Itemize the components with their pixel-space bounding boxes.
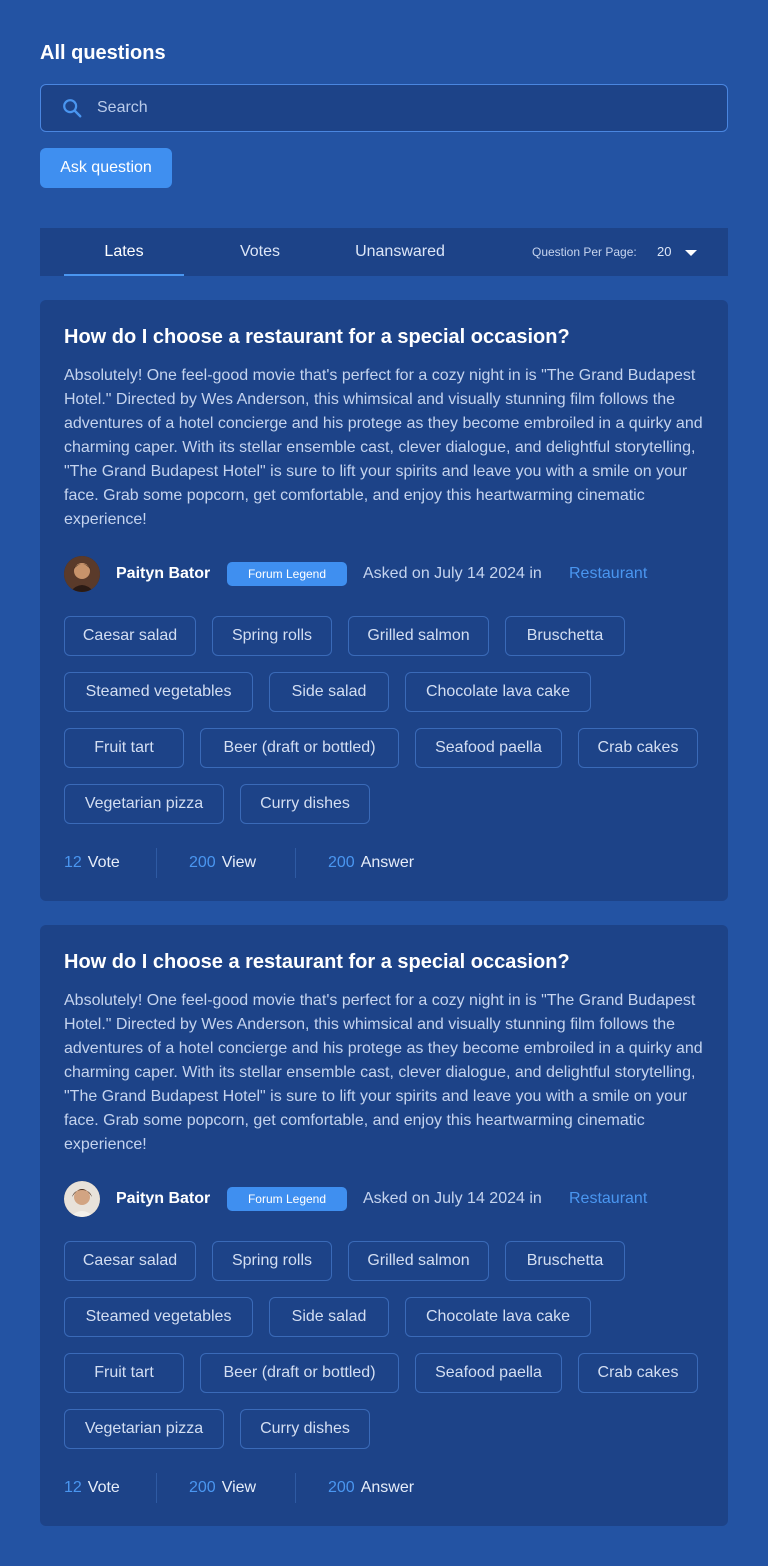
divider — [156, 1473, 157, 1503]
vote-number: 12 — [64, 1479, 82, 1496]
search-icon — [63, 99, 82, 118]
view-count: 200 View — [189, 1479, 256, 1497]
question-title[interactable]: How do I choose a restaurant for a speci… — [64, 951, 570, 974]
author-name[interactable]: Paityn Bator — [116, 565, 210, 583]
user-avatar-image — [64, 1181, 100, 1217]
question-body: Absolutely! One feel-good movie that's p… — [64, 367, 703, 528]
tag[interactable]: Vegetarian pizza — [64, 1409, 224, 1449]
tag[interactable]: Beer (draft or bottled) — [200, 1353, 399, 1393]
tag[interactable]: Grilled salmon — [348, 616, 489, 656]
avatar[interactable] — [64, 556, 100, 592]
tag[interactable]: Steamed vegetables — [64, 672, 253, 712]
view-label: View — [221, 1479, 257, 1496]
answer-label: Answer — [360, 854, 415, 871]
tag[interactable]: Fruit tart — [64, 1353, 184, 1393]
divider — [295, 848, 296, 878]
tag[interactable]: Crab cakes — [578, 1353, 698, 1393]
question-card: How do I choose a restaurant for a speci… — [40, 925, 728, 1526]
question-meta: Paityn Bator Forum Legend Asked on July … — [64, 1181, 704, 1217]
tag[interactable]: Spring rolls — [212, 616, 332, 656]
tag[interactable]: Spring rolls — [212, 1241, 332, 1281]
tab-latest[interactable]: Lates — [64, 228, 184, 276]
tag[interactable]: Grilled salmon — [348, 1241, 489, 1281]
divider — [156, 848, 157, 878]
vote-number: 12 — [64, 854, 82, 871]
tag[interactable]: Curry dishes — [240, 784, 370, 824]
vote-label: Vote — [87, 854, 120, 871]
vote-count[interactable]: 12 Vote — [64, 1479, 120, 1497]
view-number: 200 — [189, 854, 216, 871]
tag[interactable]: Crab cakes — [578, 728, 698, 768]
user-avatar-image — [64, 556, 100, 592]
question-card: How do I choose a restaurant for a speci… — [40, 300, 728, 901]
question-meta: Paityn Bator Forum Legend Asked on July … — [64, 556, 704, 592]
category-link[interactable]: Restaurant — [569, 565, 647, 583]
tag[interactable]: Side salad — [269, 1297, 389, 1337]
search-input[interactable] — [97, 99, 657, 117]
tab-votes[interactable]: Votes — [204, 228, 316, 276]
tag[interactable]: Fruit tart — [64, 728, 184, 768]
question-stats: 12 Vote 200 View 200 Answer — [64, 1473, 704, 1503]
answer-label: Answer — [360, 1479, 415, 1496]
avatar[interactable] — [64, 1181, 100, 1217]
tag[interactable]: Seafood paella — [415, 1353, 562, 1393]
view-number: 200 — [189, 1479, 216, 1496]
tag[interactable]: Vegetarian pizza — [64, 784, 224, 824]
search-bar[interactable] — [40, 84, 728, 132]
vote-count[interactable]: 12 Vote — [64, 854, 120, 872]
question-stats: 12 Vote 200 View 200 Answer — [64, 848, 704, 878]
tag[interactable]: Chocolate lava cake — [405, 1297, 591, 1337]
per-page-label: Question Per Page: — [532, 245, 637, 259]
answer-count[interactable]: 200 Answer — [328, 854, 414, 872]
vote-label: Vote — [87, 1479, 120, 1496]
divider — [295, 1473, 296, 1503]
tag[interactable]: Caesar salad — [64, 1241, 196, 1281]
tag[interactable]: Caesar salad — [64, 616, 196, 656]
tag[interactable]: Curry dishes — [240, 1409, 370, 1449]
tag[interactable]: Steamed vegetables — [64, 1297, 253, 1337]
per-page-select[interactable]: 20 — [657, 244, 671, 259]
question-title[interactable]: How do I choose a restaurant for a speci… — [64, 326, 570, 349]
tag[interactable]: Beer (draft or bottled) — [200, 728, 399, 768]
status-badge: Forum Legend — [227, 562, 347, 586]
author-name[interactable]: Paityn Bator — [116, 1190, 210, 1208]
tag[interactable]: Side salad — [269, 672, 389, 712]
chevron-down-icon[interactable] — [685, 250, 697, 256]
question-tabs: Lates Votes Unanswared Question Per Page… — [40, 228, 728, 276]
tag[interactable]: Bruschetta — [505, 1241, 625, 1281]
asked-date: Asked on July 14 2024 in — [363, 565, 542, 582]
page-title: All questions — [40, 42, 166, 64]
category-link[interactable]: Restaurant — [569, 1190, 647, 1208]
question-body: Absolutely! One feel-good movie that's p… — [64, 992, 703, 1153]
answer-count[interactable]: 200 Answer — [328, 1479, 414, 1497]
ask-question-button[interactable]: Ask question — [40, 148, 172, 188]
asked-date: Asked on July 14 2024 in — [363, 1190, 542, 1207]
tab-unanswered[interactable]: Unanswared — [336, 228, 464, 276]
tag[interactable]: Bruschetta — [505, 616, 625, 656]
status-badge: Forum Legend — [227, 1187, 347, 1211]
answer-number: 200 — [328, 854, 355, 871]
tag[interactable]: Chocolate lava cake — [405, 672, 591, 712]
tag[interactable]: Seafood paella — [415, 728, 562, 768]
answer-number: 200 — [328, 1479, 355, 1496]
view-label: View — [221, 854, 257, 871]
view-count: 200 View — [189, 854, 256, 872]
